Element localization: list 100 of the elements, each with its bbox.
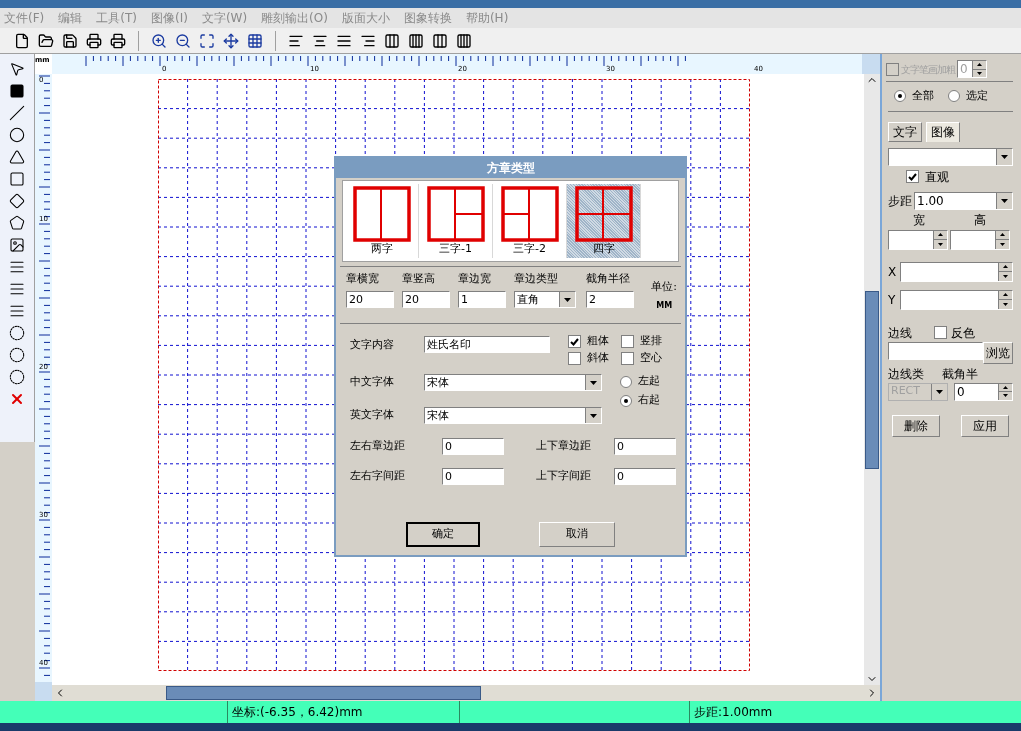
field-label: 章横宽	[346, 273, 380, 285]
field-label: 截角半	[942, 365, 978, 383]
checkbox[interactable]	[621, 352, 634, 365]
caret-icon	[564, 297, 571, 302]
input-field[interactable]: 0	[442, 438, 504, 455]
pentagon-icon[interactable]	[8, 214, 26, 232]
field-label: 中文字体	[350, 374, 395, 391]
spin-buttons[interactable]	[995, 230, 1009, 249]
select-field[interactable]: 直角	[514, 291, 576, 308]
input-field[interactable]	[888, 341, 983, 360]
checkbox[interactable]	[906, 170, 919, 183]
checkbox[interactable]	[568, 335, 581, 348]
spin-field[interactable]	[888, 229, 948, 250]
input-field[interactable]: 20	[402, 291, 450, 308]
checkbox-label: 斜体	[587, 350, 609, 367]
caret-icon	[936, 389, 943, 394]
checkbox-label: 竖排	[640, 333, 662, 350]
input-field[interactable]: 0	[614, 438, 676, 455]
field-label: 文字内容	[350, 337, 395, 353]
dialog-title: 方章类型	[336, 158, 685, 178]
field-label: 章边宽	[458, 273, 492, 285]
circle-icon[interactable]	[8, 126, 26, 144]
caret-icon	[1001, 154, 1008, 159]
spin-field[interactable]	[900, 261, 1013, 282]
pointer-icon[interactable]	[8, 60, 26, 78]
spin-buttons[interactable]	[998, 383, 1012, 400]
layout-option[interactable]: 四字	[567, 184, 641, 258]
spin-buttons[interactable]	[972, 61, 986, 77]
field-label: 左右字间距	[350, 468, 406, 485]
cancel-button[interactable]: 取消	[539, 522, 615, 547]
field-label: X	[888, 263, 898, 281]
scrollbar-thumb[interactable]	[865, 290, 879, 469]
radio-button[interactable]	[620, 375, 632, 388]
field-label: 高	[973, 211, 987, 229]
field-label: 英文字体	[350, 407, 395, 424]
field-label: 边线类	[888, 365, 924, 383]
input-field[interactable]: 0	[614, 468, 676, 485]
select-field[interactable]: 1.00	[914, 191, 1013, 210]
horizontal-scrollbar[interactable]	[52, 685, 880, 701]
tab[interactable]: 文字	[888, 121, 922, 142]
unit-label: 单位:	[651, 281, 677, 293]
field-label: 边线	[888, 324, 912, 342]
status-step: 步距:1.00mm	[690, 701, 1021, 723]
select-field[interactable]: 宋体	[424, 374, 602, 391]
input-field[interactable]: 20	[346, 291, 394, 308]
checkbox[interactable]	[568, 352, 581, 365]
radio-label: 右起	[638, 392, 660, 409]
browse-button[interactable]: 浏览	[983, 341, 1013, 364]
caret-icon	[1001, 198, 1008, 203]
spin-buttons[interactable]	[998, 290, 1012, 309]
spin-buttons[interactable]	[998, 262, 1012, 281]
checkbox[interactable]	[934, 326, 947, 339]
caret-icon	[590, 413, 597, 418]
select-field[interactable]: 宋体	[424, 407, 602, 424]
field-label: Y	[888, 291, 897, 309]
checkbox-label: 空心	[640, 350, 662, 367]
filled-square-icon[interactable]	[8, 82, 26, 100]
select-field[interactable]	[888, 147, 1013, 166]
spin-field[interactable]	[900, 289, 1013, 310]
input-field[interactable]: 0	[442, 468, 504, 485]
field-label: 截角半径	[586, 273, 631, 285]
spin-field[interactable]: 0	[954, 382, 1013, 401]
field-label: 左右章边距	[350, 438, 406, 455]
radio-button[interactable]	[620, 394, 632, 407]
checkbox-label: 直观	[925, 168, 949, 186]
input-field[interactable]: 2	[586, 291, 634, 308]
seal-layout-icon	[574, 186, 633, 242]
radio-button[interactable]	[894, 90, 906, 103]
line-icon[interactable]	[8, 104, 26, 122]
input-field[interactable]: 1	[458, 291, 506, 308]
checkbox-label: 反色	[951, 324, 975, 342]
dashed-circle-icon[interactable]	[8, 324, 26, 342]
field-label: 章边类型	[514, 273, 559, 285]
dashed-circle-icon[interactable]	[8, 368, 26, 386]
ok-button[interactable]: 确定	[406, 522, 480, 547]
tab[interactable]: 图像	[926, 121, 960, 142]
radio-label: 全部	[912, 88, 934, 104]
unit-value: MM	[656, 301, 673, 311]
field-label: 宽	[912, 211, 926, 229]
checkbox[interactable]	[621, 335, 634, 348]
seal-layout-icon	[500, 186, 559, 242]
diamond-icon[interactable]	[8, 192, 26, 210]
square-icon[interactable]	[8, 170, 26, 188]
radio-label: 左起	[638, 373, 660, 390]
field-label: 上下章边距	[535, 438, 592, 455]
vertical-scrollbar[interactable]	[864, 74, 880, 685]
dashed-circle-icon[interactable]	[8, 346, 26, 364]
field-label: 步距	[888, 192, 912, 210]
input-field[interactable]: 姓氏名印	[424, 336, 550, 353]
seal-layout-icon	[352, 186, 411, 242]
spin-buttons[interactable]	[933, 230, 947, 249]
image-icon[interactable]	[8, 236, 26, 254]
radio-button[interactable]	[948, 90, 960, 103]
apply-button[interactable]: 应用	[961, 414, 1009, 437]
scrollbar-thumb[interactable]	[166, 686, 481, 700]
radio-label: 选定	[966, 88, 988, 104]
seal-layout-icon	[426, 186, 485, 242]
spin-field[interactable]	[950, 229, 1010, 250]
triangle-icon[interactable]	[8, 148, 26, 166]
delete-button[interactable]: 删除	[892, 414, 940, 437]
